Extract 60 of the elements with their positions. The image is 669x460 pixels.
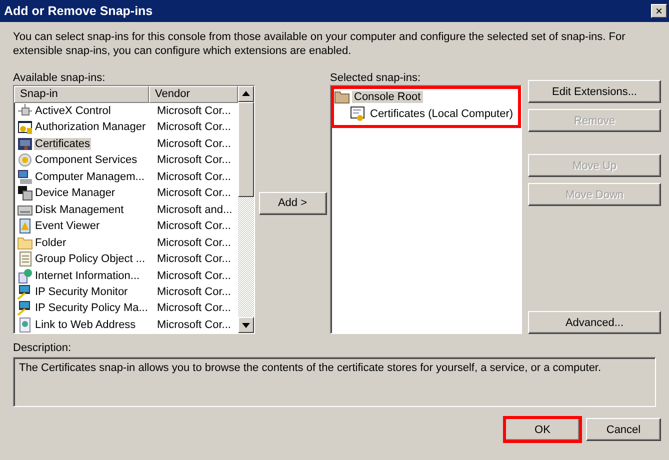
snapin-item[interactable]: Component Services (14, 152, 152, 168)
add-button[interactable]: Add > (258, 192, 326, 214)
snapin-item[interactable]: IP Security Policy Ma... (14, 300, 152, 316)
vendor-cell-text: Microsoft Cor... (156, 104, 231, 117)
snapin-item[interactable]: Computer Managem... (14, 168, 152, 185)
up-arrow-icon[interactable] (242, 91, 250, 96)
certificate-icon (350, 106, 366, 122)
snapin-icon (17, 119, 33, 136)
vendor-cell-text: Microsoft Cor... (156, 220, 231, 232)
snapin-item[interactable]: Event Viewer (14, 218, 152, 234)
snapin-item[interactable]: Internet Information... (14, 268, 152, 284)
vendor-cell-text: Microsoft Cor... (156, 253, 231, 266)
side-button[interactable]: Edit Extensions... (528, 80, 661, 103)
snapin-icon (17, 218, 33, 234)
vendor-cell-text: Microsoft Cor... (156, 318, 231, 331)
vendor-cell-text: Microsoft Cor... (156, 302, 231, 314)
snapin-icon (17, 136, 33, 152)
vendor-cell-text: Microsoft Cor... (156, 121, 231, 134)
snapin-item[interactable]: Link to Web Address (14, 316, 152, 333)
snapin-icon (17, 268, 33, 284)
down-arrow-icon[interactable] (242, 322, 250, 328)
vendor-cell-text: Microsoft and... (156, 204, 232, 216)
vendor-cell-text: Microsoft Cor... (156, 286, 231, 298)
description-label: Description: (13, 342, 72, 355)
snapin-item[interactable]: ActiveX Control (14, 102, 152, 119)
snapin-icon (17, 300, 33, 316)
snapin-icon (17, 185, 33, 202)
snapin-item[interactable]: Disk Management (14, 202, 152, 218)
description-box: The Certificates snap-in allows you to browse the contents of the certificate stores for yourself, a service, or a computer. (13, 357, 656, 407)
available-label: Available snap-ins: (13, 72, 106, 85)
snapin-item[interactable]: Folder (14, 234, 152, 251)
snapin-icon (17, 251, 33, 268)
vendor-cell-text: Microsoft Cor... (156, 270, 231, 282)
instructions-text: You can select snap-ins for this console from those available on your computer and configure the selected set of snap-ins. For extensible snap-ins, you can configure which extensions are enabled. (13, 30, 626, 58)
vendor-cell-text: Microsoft Cor... (156, 138, 231, 150)
scrollbar[interactable] (238, 86, 254, 333)
vendor-cell-text: Microsoft Cor... (156, 154, 231, 166)
column-header[interactable]: Vendor (149, 86, 238, 103)
snapin-icon (17, 152, 33, 168)
tree-item[interactable]: Certificates (Local Computer) (350, 106, 516, 123)
side-button[interactable]: Advanced... (528, 311, 661, 334)
column-header[interactable]: Snap-in (14, 86, 149, 103)
folder-icon (334, 89, 350, 106)
dialog-button[interactable]: Cancel (586, 418, 661, 441)
vendor-cell-text: Microsoft Cor... (156, 170, 231, 183)
snapin-item[interactable]: Certificates (14, 136, 152, 152)
vendor-cell-text: Microsoft Cor... (156, 236, 231, 249)
window-title: Add or Remove Snap-ins (4, 4, 153, 18)
dialog-button[interactable]: OK (505, 418, 580, 441)
close-button[interactable]: × (651, 4, 667, 18)
snapin-icon (17, 284, 33, 300)
snapin-icon (17, 234, 33, 251)
selected-label: Selected snap-ins: (330, 72, 422, 85)
snapin-item[interactable]: Authorization Manager (14, 119, 152, 136)
snapin-item[interactable]: IP Security Monitor (14, 284, 152, 300)
snapin-icon (17, 168, 33, 185)
snapin-item[interactable]: Group Policy Object ... (14, 251, 152, 268)
snapin-item[interactable]: Device Manager (14, 185, 152, 202)
snapin-icon (17, 316, 33, 333)
vendor-cell-text: Microsoft Cor... (156, 187, 231, 200)
